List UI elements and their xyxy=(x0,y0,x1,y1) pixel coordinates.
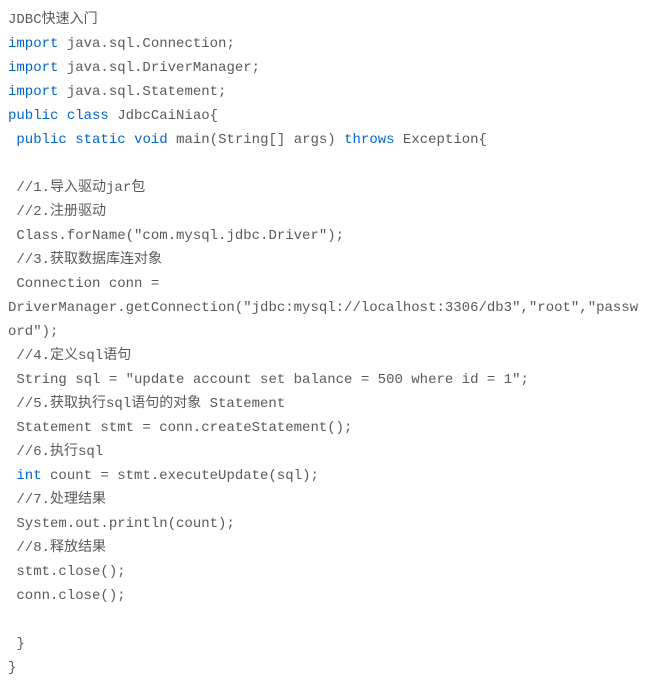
keyword-static: static xyxy=(75,132,125,148)
keyword-void: void xyxy=(134,132,168,148)
code-line: } xyxy=(8,660,16,676)
keyword-class: class xyxy=(67,108,109,124)
keyword-public: public xyxy=(8,108,58,124)
code-comment: //5.获取执行sql语句的对象 Statement xyxy=(8,396,285,412)
code-comment: //4.定义sql语句 xyxy=(8,348,131,364)
code-line: } xyxy=(8,636,25,652)
keyword-throws: throws xyxy=(344,132,394,148)
keyword-import: import xyxy=(8,36,58,52)
code-line: System.out.println(count); xyxy=(8,516,235,532)
keyword-public: public xyxy=(16,132,66,148)
code-line: Statement stmt = conn.createStatement(); xyxy=(8,420,352,436)
code-text: java.sql.Statement; xyxy=(58,84,226,100)
code-comment: //6.执行sql xyxy=(8,444,103,460)
keyword-import: import xyxy=(8,60,58,76)
code-comment: //1.导入驱动jar包 xyxy=(8,180,145,196)
code-comment: //7.处理结果 xyxy=(8,492,106,508)
code-comment: //8.释放结果 xyxy=(8,540,106,556)
code-text: main(String[] args) xyxy=(168,132,344,148)
keyword-int: int xyxy=(16,468,41,484)
code-text: Exception{ xyxy=(395,132,487,148)
code-text: java.sql.Connection; xyxy=(58,36,234,52)
code-line: conn.close(); xyxy=(8,588,126,604)
code-line: String sql = "update account set balance… xyxy=(8,372,529,388)
code-text: JdbcCaiNiao{ xyxy=(109,108,218,124)
code-text: count = stmt.executeUpdate(sql); xyxy=(42,468,319,484)
code-line-1: JDBC快速入门 xyxy=(8,12,98,28)
code-line: Connection conn = DriverManager.getConne… xyxy=(8,276,638,340)
code-line: Class.forName("com.mysql.jdbc.Driver"); xyxy=(8,228,344,244)
code-comment: //2.注册驱动 xyxy=(8,204,106,220)
code-block: JDBC快速入门 import java.sql.Connection; imp… xyxy=(8,8,643,680)
code-comment: //3.获取数据库连对象 xyxy=(8,252,162,268)
code-text: java.sql.DriverManager; xyxy=(58,60,260,76)
code-line: stmt.close(); xyxy=(8,564,126,580)
keyword-import: import xyxy=(8,84,58,100)
